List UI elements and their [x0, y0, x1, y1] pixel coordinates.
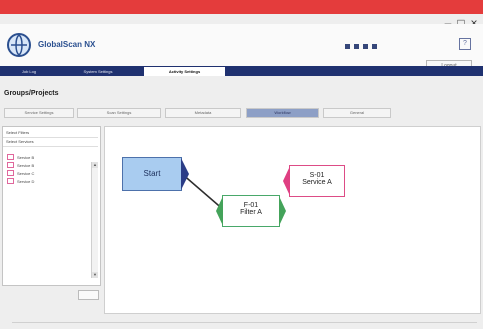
service-input-port-icon: [283, 166, 290, 196]
tab-scan-settings[interactable]: Scan Settings: [77, 108, 161, 118]
toolbar-icon[interactable]: [363, 44, 368, 49]
toolbar-icon[interactable]: [345, 44, 350, 49]
filter-node[interactable]: F-01 Filter A: [216, 195, 286, 227]
service-list-scrollbar[interactable]: ▲ ▼: [91, 162, 98, 278]
service-item[interactable]: Service B: [7, 162, 34, 168]
tab-system-settings[interactable]: System Settings: [62, 67, 134, 76]
panel-divider: [3, 146, 98, 147]
service-item[interactable]: Service C: [7, 170, 34, 176]
service-node-name: Service A: [302, 179, 332, 186]
service-label: Service B: [17, 162, 35, 168]
workflow-canvas[interactable]: Start F-01 Filter A S-01 Service A: [104, 126, 481, 314]
service-node-icon: [7, 162, 14, 168]
globe-logo-icon: [6, 32, 32, 58]
subtab-bar: Service Settings Scan Settings Metadata …: [0, 108, 483, 118]
filter-output-port-icon: [279, 196, 286, 226]
tab-general[interactable]: General: [323, 108, 391, 118]
select-filters-header: Select Filters: [6, 130, 30, 135]
service-node-icon: [7, 154, 14, 160]
toolbar-icon[interactable]: [372, 44, 377, 49]
connection-layer: [180, 172, 226, 212]
panel-action-button[interactable]: [78, 290, 99, 300]
service-node[interactable]: S-01 Service A: [283, 165, 345, 197]
start-node-port-icon: [181, 158, 189, 190]
panel-divider: [3, 137, 98, 138]
help-icon[interactable]: ?: [459, 38, 471, 50]
service-label: Service C: [17, 170, 35, 176]
toolbar-icon[interactable]: [354, 44, 359, 49]
page-title: Groups/Projects: [4, 90, 59, 97]
filter-node-code: F-01: [243, 202, 259, 209]
app-name: GlobalScan NX: [38, 40, 96, 49]
filter-input-port-icon: [216, 196, 223, 226]
service-item[interactable]: Service B: [7, 154, 34, 160]
start-node-label: Start: [143, 169, 161, 178]
service-item[interactable]: Service D: [7, 178, 34, 184]
service-label: Service D: [17, 178, 35, 184]
tab-job-log[interactable]: Job Log: [4, 67, 54, 76]
footer-divider: [12, 322, 477, 323]
select-services-header: Select Services: [6, 139, 34, 144]
top-nav: Job Log System Settings Activity Setting…: [0, 66, 483, 76]
filter-node-name: Filter A: [240, 209, 262, 216]
service-node-icon: [7, 178, 14, 184]
service-list-panel: Select Filters Select Services Service B…: [2, 126, 101, 286]
start-node[interactable]: Start: [122, 157, 189, 191]
top-accent-bar: [0, 0, 483, 14]
service-node-icon: [7, 170, 14, 176]
app-window: – □ × GlobalScan NX ? Logout Job Log Sys…: [0, 14, 483, 329]
tab-metadata[interactable]: Metadata: [165, 108, 241, 118]
header-toolbar: [345, 44, 377, 49]
app-header: GlobalScan NX ? Logout: [0, 24, 483, 72]
service-label: Service B: [17, 154, 35, 160]
scroll-up-icon[interactable]: ▲: [92, 162, 98, 168]
service-node-code: S-01: [309, 172, 325, 179]
scroll-down-icon[interactable]: ▼: [92, 272, 98, 278]
tab-service-settings[interactable]: Service Settings: [4, 108, 74, 118]
tab-workflow[interactable]: Workflow: [246, 108, 319, 118]
tab-activity-settings[interactable]: Activity Settings: [144, 67, 225, 76]
